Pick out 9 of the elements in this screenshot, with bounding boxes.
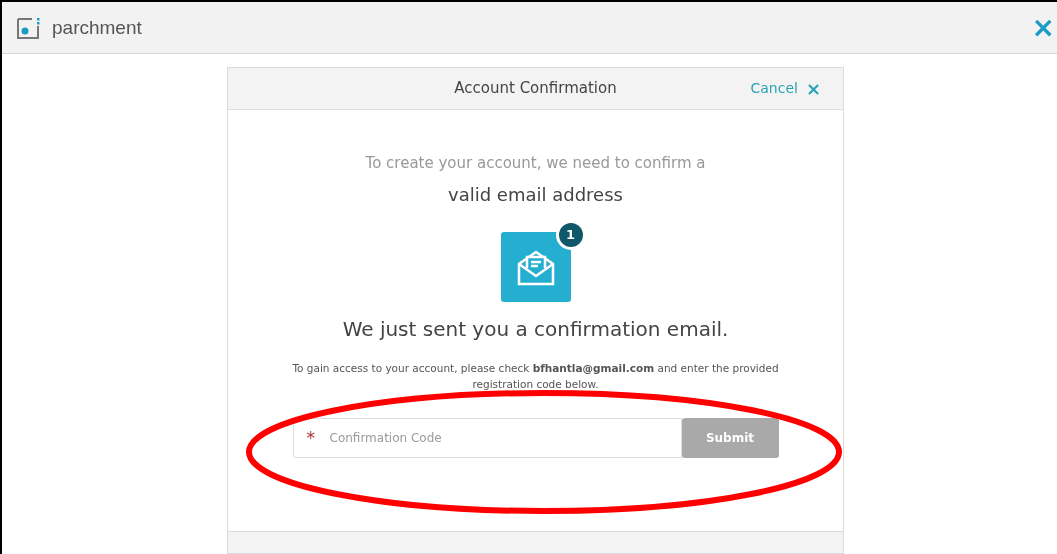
cancel-button[interactable]: Cancel × xyxy=(750,78,821,99)
close-button[interactable]: × xyxy=(1031,13,1055,42)
intro-text: To create your account, we need to confirm a xyxy=(365,153,706,174)
brand-name: parchment xyxy=(52,18,142,37)
required-mark: * xyxy=(306,429,315,447)
sent-heading: We just sent you a confirmation email. xyxy=(342,315,729,343)
instructions-text: To gain access to your account, please check bfhantla@gmail.com and enter the provided registration code below. xyxy=(291,360,780,392)
intro-emphasis: valid email address xyxy=(448,182,623,207)
dialog-title: Account Confirmation xyxy=(454,78,617,100)
